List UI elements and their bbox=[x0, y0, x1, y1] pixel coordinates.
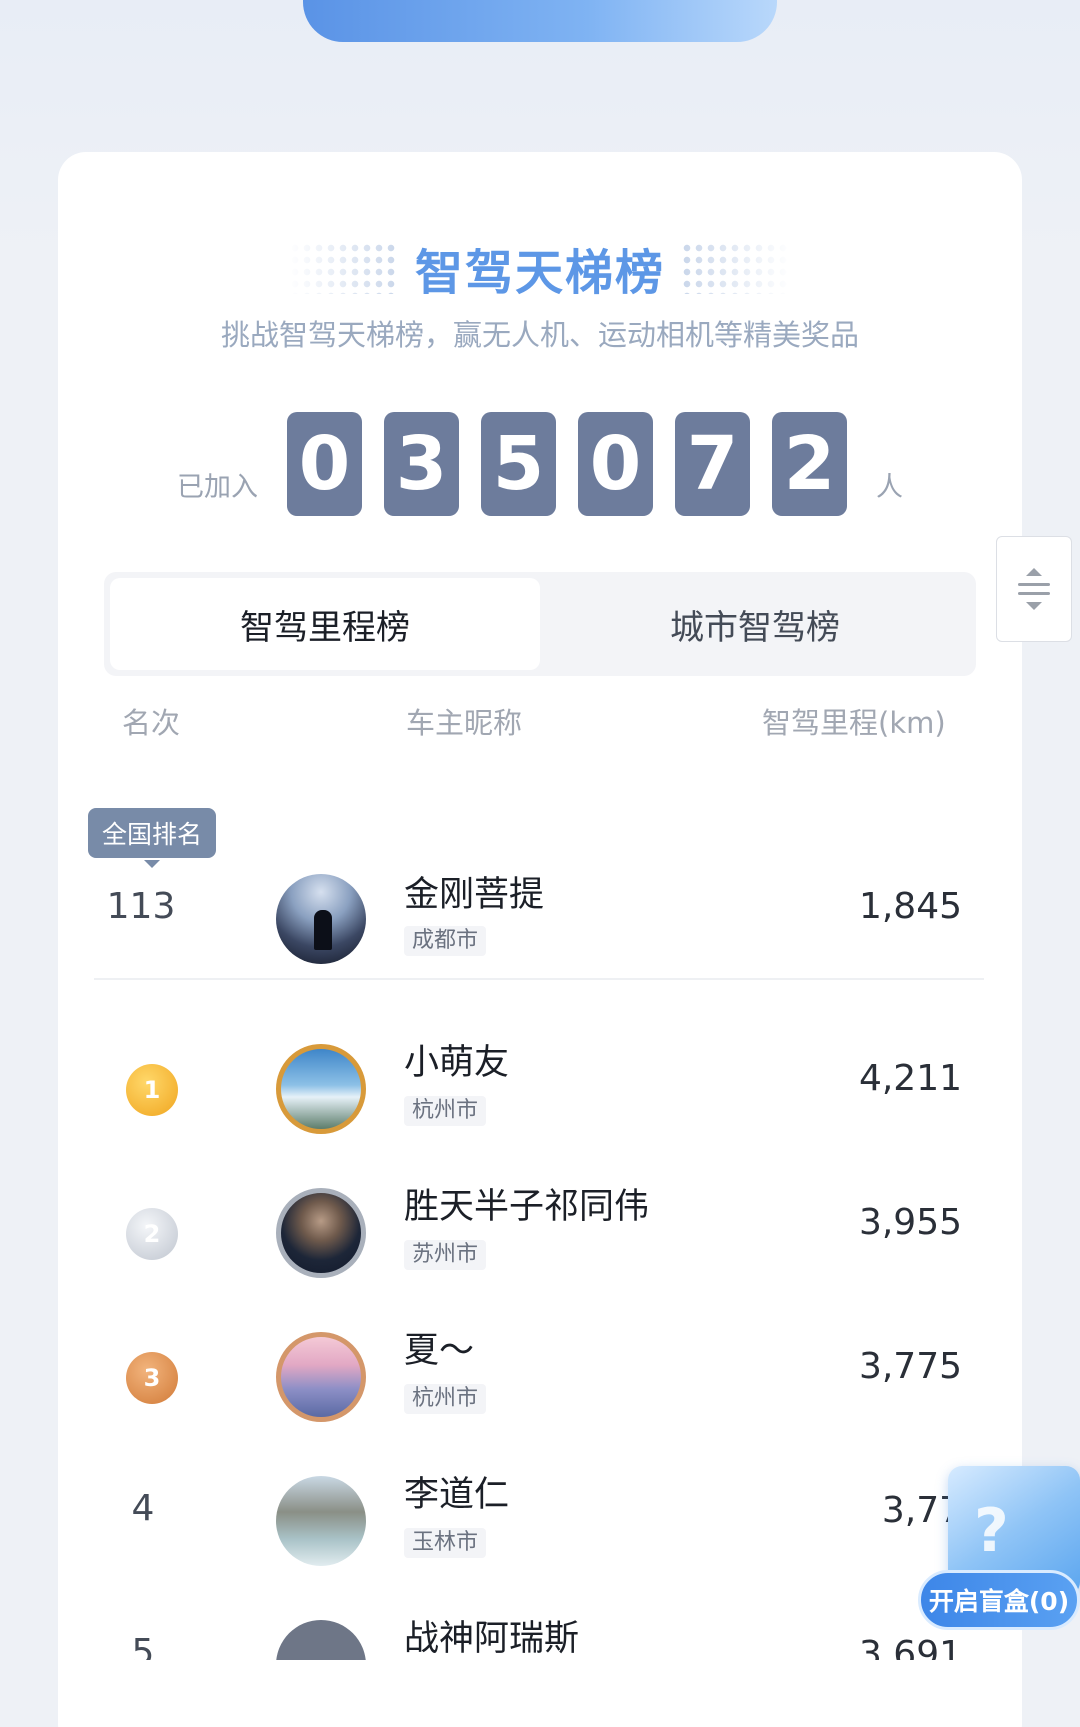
user-nickname: 李道仁 bbox=[404, 1475, 510, 1515]
user-mileage: 3,691 bbox=[858, 1634, 962, 1660]
gold-medal-icon: 1 bbox=[126, 1064, 178, 1116]
open-blind-box-button[interactable]: 开启盲盒(0) bbox=[918, 1570, 1080, 1630]
menu-line-icon bbox=[1018, 592, 1050, 595]
sort-toggle-button[interactable] bbox=[996, 536, 1072, 642]
user-mileage: 4,211 bbox=[858, 1058, 962, 1099]
ranking-tabs: 智驾里程榜 城市智驾榜 bbox=[104, 572, 976, 676]
user-nickname: 战神阿瑞斯 bbox=[404, 1619, 580, 1659]
counter-digit: 0 bbox=[578, 412, 653, 516]
dots-decoration-left bbox=[288, 242, 399, 294]
user-nickname: 小萌友 bbox=[404, 1043, 510, 1083]
rank-number: 4 bbox=[131, 1488, 155, 1529]
blind-box-widget[interactable]: ? 开启盲盒(0) bbox=[918, 1466, 1080, 1636]
counter-unit: 人 bbox=[876, 472, 903, 503]
avatar-silhouette bbox=[314, 910, 332, 950]
counter-label: 已加入 bbox=[177, 472, 258, 503]
column-header-mileage: 智驾里程(km) bbox=[762, 706, 946, 740]
my-rank-number: 113 bbox=[106, 886, 176, 927]
page-title: 智驾天梯榜 bbox=[414, 245, 665, 301]
counter-digit: 3 bbox=[384, 412, 459, 516]
user-city-tag: 苏州市 bbox=[404, 1240, 487, 1270]
avatar[interactable] bbox=[276, 1188, 366, 1278]
leaderboard-card: 智驾天梯榜 挑战智驾天梯榜，赢无人机、运动相机等精美奖品 已加入 0 3 5 0… bbox=[58, 152, 1022, 1727]
counter-digit: 5 bbox=[481, 412, 556, 516]
user-nickname: 胜天半子祁同伟 bbox=[404, 1187, 650, 1227]
participant-counter: 已加入 0 3 5 0 7 2 人 bbox=[58, 412, 1022, 516]
table-row[interactable]: 5 战神阿瑞斯 3,691 bbox=[58, 1590, 1022, 1660]
divider bbox=[94, 978, 984, 980]
avatar[interactable] bbox=[276, 874, 366, 964]
column-header-rank: 名次 bbox=[122, 706, 181, 740]
title-row: 智驾天梯榜 bbox=[58, 236, 1022, 301]
page-subtitle: 挑战智驾天梯榜，赢无人机、运动相机等精美奖品 bbox=[220, 318, 859, 352]
top-banner-button[interactable] bbox=[303, 0, 777, 42]
column-header-nickname: 车主昵称 bbox=[406, 706, 523, 740]
user-nickname: 夏～ bbox=[404, 1331, 475, 1371]
user-mileage: 3,775 bbox=[858, 1346, 962, 1387]
my-rank-row[interactable]: 113 金刚菩提 成都市 1,845 bbox=[58, 842, 1022, 972]
user-city-tag: 成都市 bbox=[404, 926, 487, 956]
tab-mileage-ranking[interactable]: 智驾里程榜 bbox=[110, 578, 540, 670]
avatar[interactable] bbox=[276, 1044, 366, 1134]
user-city-tag: 杭州市 bbox=[404, 1096, 487, 1126]
counter-digit: 2 bbox=[772, 412, 847, 516]
rank-number: 5 bbox=[131, 1632, 155, 1660]
silver-medal-icon: 2 bbox=[126, 1208, 178, 1260]
table-row[interactable]: 4 李道仁 玉林市 3,77 bbox=[58, 1446, 1022, 1576]
menu-line-icon bbox=[1018, 583, 1050, 586]
counter-digit: 0 bbox=[287, 412, 362, 516]
counter-digit: 7 bbox=[675, 412, 750, 516]
dots-decoration-right bbox=[681, 242, 791, 294]
question-mark-icon: ? bbox=[974, 1496, 1009, 1566]
user-nickname: 金刚菩提 bbox=[404, 875, 545, 915]
avatar[interactable] bbox=[276, 1476, 366, 1566]
table-row[interactable]: 1 小萌友 杭州市 4,211 bbox=[58, 1014, 1022, 1144]
bronze-medal-icon: 3 bbox=[126, 1352, 178, 1404]
avatar[interactable] bbox=[276, 1620, 366, 1660]
avatar[interactable] bbox=[276, 1332, 366, 1422]
user-mileage: 3,955 bbox=[858, 1202, 962, 1243]
user-city-tag: 杭州市 bbox=[404, 1384, 487, 1414]
user-mileage: 1,845 bbox=[858, 886, 962, 927]
user-city-tag: 玉林市 bbox=[404, 1528, 487, 1558]
sort-up-icon bbox=[1026, 568, 1042, 576]
sort-down-icon bbox=[1026, 602, 1042, 610]
table-row[interactable]: 2 胜天半子祁同伟 苏州市 3,955 bbox=[58, 1158, 1022, 1288]
table-row[interactable]: 3 夏～ 杭州市 3,775 bbox=[58, 1302, 1022, 1432]
tab-city-ranking[interactable]: 城市智驾榜 bbox=[540, 578, 970, 670]
